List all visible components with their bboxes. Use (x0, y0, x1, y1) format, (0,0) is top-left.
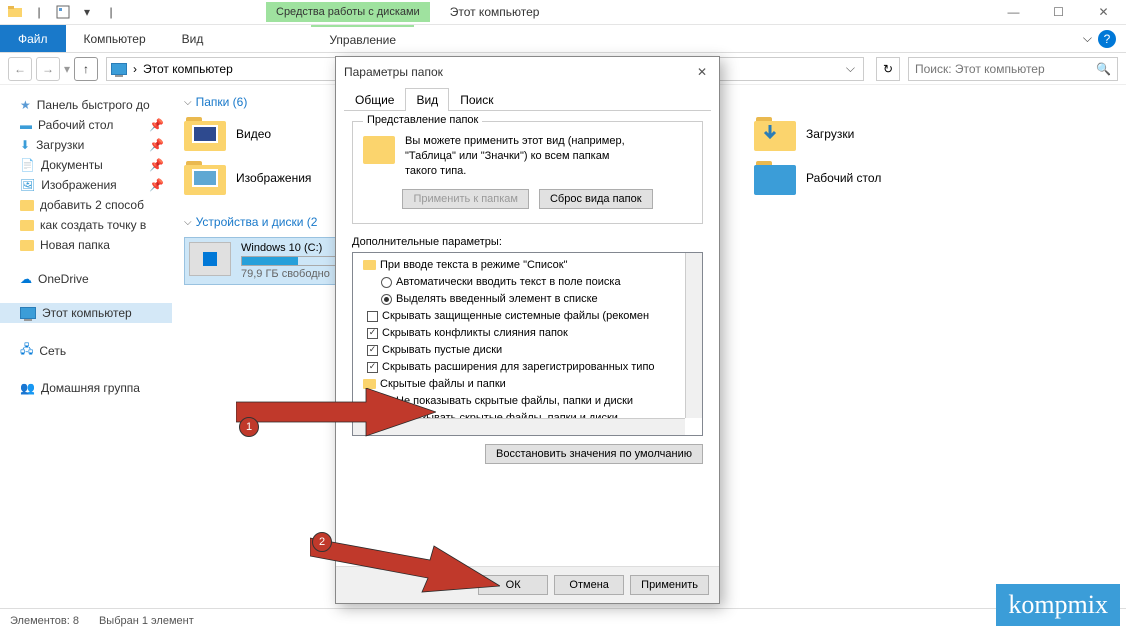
tab-general[interactable]: Общие (344, 88, 405, 111)
qat-separator: | (100, 1, 122, 23)
watermark: kompmix (996, 584, 1120, 626)
sidebar-item-folder2[interactable]: как создать точку в (0, 215, 172, 235)
network-icon: 🖧 (20, 340, 33, 361)
search-icon[interactable]: 🔍 (1096, 62, 1111, 76)
cancel-button[interactable]: Отмена (554, 575, 624, 595)
document-icon: 📄 (20, 158, 35, 172)
forward-button[interactable]: → (36, 57, 60, 81)
breadcrumb-separator: › (133, 62, 137, 76)
up-button[interactable]: ↑ (74, 57, 98, 81)
quick-access[interactable]: ★Панель быстрого до (0, 95, 172, 115)
annotation-marker-1: 1 (239, 417, 259, 437)
apply-button[interactable]: Применить (630, 575, 709, 595)
properties-icon[interactable] (52, 1, 74, 23)
sidebar-item-desktop[interactable]: ▬Рабочий стол📌 (0, 115, 172, 135)
fieldset-legend: Представление папок (363, 114, 482, 126)
help-icon[interactable]: ? (1098, 30, 1116, 48)
thispc-icon (111, 63, 127, 75)
sidebar-item-pictures[interactable]: 🖼Изображения📌 (0, 175, 172, 195)
download-folder-icon (762, 123, 788, 147)
manage-tab[interactable]: Управление (311, 25, 414, 52)
pictures-folder-icon (192, 169, 218, 187)
view-tab[interactable]: Вид (164, 25, 222, 52)
desktop-icon: ▬ (20, 118, 32, 132)
ribbon-expand-icon[interactable]: ⌵ (1083, 31, 1092, 46)
refresh-button[interactable]: ↻ (876, 57, 900, 81)
ribbon: Файл Компьютер Вид Управление ⌵ ? (0, 25, 1126, 53)
search-input[interactable] (915, 62, 1096, 76)
qat-separator: | (28, 1, 50, 23)
sidebar-item-homegroup[interactable]: 👥Домашняя группа (0, 378, 172, 398)
sidebar-item-folder1[interactable]: добавить 2 способ (0, 195, 172, 215)
picture-icon: 🖼 (20, 178, 35, 192)
folder-options-dialog: Параметры папок ✕ Общие Вид Поиск Предст… (335, 56, 720, 604)
restore-defaults-button[interactable]: Восстановить значения по умолчанию (485, 444, 703, 464)
folder-icon (363, 260, 376, 270)
window-controls: — ☐ ✕ (991, 0, 1126, 25)
folder-desktop[interactable]: Рабочий стол (754, 161, 974, 195)
quick-access-toolbar: | ▾ | (0, 1, 126, 23)
status-selected-count: Выбран 1 элемент (99, 615, 194, 627)
back-button[interactable]: ← (8, 57, 32, 81)
annotation-arrow-1 (236, 388, 436, 448)
status-bar: Элементов: 8 Выбран 1 элемент (0, 608, 1126, 632)
history-dropdown-icon[interactable]: ▾ (64, 62, 70, 76)
tab-search[interactable]: Поиск (449, 88, 504, 111)
sidebar-item-downloads[interactable]: ⬇Загрузки📌 (0, 135, 172, 155)
drive-icon (189, 242, 231, 276)
checkbox-hide-protected[interactable] (367, 311, 378, 322)
advanced-settings-label: Дополнительные параметры: (352, 236, 703, 248)
search-box[interactable]: 🔍 (908, 57, 1118, 81)
folder-downloads[interactable]: Загрузки (754, 117, 974, 151)
tree-vscrollbar[interactable] (685, 253, 702, 418)
navigation-pane: ★Панель быстрого до ▬Рабочий стол📌 ⬇Загр… (0, 85, 172, 607)
star-icon: ★ (20, 98, 31, 112)
annotation-marker-2: 2 (312, 532, 332, 552)
explorer-icon (4, 1, 26, 23)
drive-tools-context-tab: Средства работы с дисками (266, 2, 430, 22)
checkbox-hide-extensions[interactable]: ✓ (367, 362, 378, 373)
tab-view[interactable]: Вид (405, 88, 449, 111)
minimize-button[interactable]: — (991, 0, 1036, 25)
close-button[interactable]: ✕ (1081, 0, 1126, 25)
sidebar-item-network[interactable]: 🖧Сеть (0, 337, 172, 364)
dialog-tabs: Общие Вид Поиск (344, 87, 711, 111)
folder-icon (20, 240, 34, 251)
sidebar-item-folder3[interactable]: Новая папка (0, 235, 172, 255)
annotation-arrow-2 (310, 530, 500, 600)
computer-tab[interactable]: Компьютер (66, 25, 164, 52)
download-icon: ⬇ (20, 138, 30, 152)
folder-icon (20, 200, 34, 211)
radio-auto-search[interactable] (381, 277, 392, 288)
dialog-title: Параметры папок (344, 65, 443, 79)
dialog-close-button[interactable]: ✕ (693, 63, 711, 81)
radio-highlight[interactable] (381, 294, 392, 305)
qat-dropdown-icon[interactable]: ▾ (76, 1, 98, 23)
folder-views-fieldset: Представление папок Вы можете применить … (352, 121, 703, 224)
cloud-icon: ☁ (20, 272, 32, 286)
checkbox-hide-empty[interactable]: ✓ (367, 345, 378, 356)
folder-glyph-icon (363, 136, 395, 164)
fieldset-description: Вы можете применить этот вид (например, … (405, 134, 692, 179)
address-text[interactable]: Этот компьютер (143, 62, 233, 76)
title-bar: | ▾ | Средства работы с дисками Этот ком… (0, 0, 1126, 25)
folder-icon (20, 220, 34, 231)
dialog-title-bar[interactable]: Параметры папок ✕ (336, 57, 719, 87)
video-folder-icon (192, 125, 218, 143)
status-element-count: Элементов: 8 (10, 615, 79, 627)
window-title: Этот компьютер (450, 5, 540, 19)
sidebar-item-onedrive[interactable]: ☁OneDrive (0, 269, 172, 289)
sidebar-item-thispc[interactable]: Этот компьютер (0, 303, 172, 323)
sidebar-item-documents[interactable]: 📄Документы📌 (0, 155, 172, 175)
maximize-button[interactable]: ☐ (1036, 0, 1081, 25)
checkbox-hide-merge[interactable]: ✓ (367, 328, 378, 339)
file-tab[interactable]: Файл (0, 25, 66, 52)
address-dropdown-icon[interactable]: ⌵ (842, 61, 859, 76)
reset-folders-button[interactable]: Сброс вида папок (539, 189, 653, 209)
homegroup-icon: 👥 (20, 381, 35, 395)
apply-to-folders-button[interactable]: Применить к папкам (402, 189, 529, 209)
thispc-icon (20, 307, 36, 319)
